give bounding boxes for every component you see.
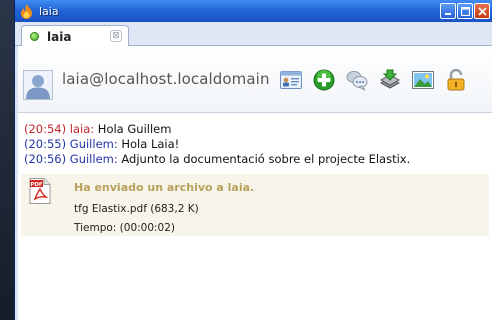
conversation-toolbar bbox=[277, 66, 475, 94]
message-row: (20:56) Guillem: Adjunto la documentació… bbox=[24, 152, 486, 167]
tab-label: laia bbox=[47, 29, 72, 44]
transfer-elapsed-time: Tiempo: (00:00:02) bbox=[74, 222, 176, 234]
transfer-file-name[interactable]: tfg Elastix.pdf (683,2 K) bbox=[74, 203, 199, 215]
transfer-title: Ha enviado un archivo a laia. bbox=[74, 181, 255, 194]
tab-close-icon[interactable]: ⊠ bbox=[110, 30, 122, 42]
message-sender: laia: bbox=[69, 122, 95, 136]
message-text: Hola Laia! bbox=[121, 137, 180, 151]
window-title: laia bbox=[39, 4, 59, 18]
message-text: Hola Guillem bbox=[97, 122, 172, 136]
message-list: (20:54) laia: Hola Guillem (20:55) Guill… bbox=[24, 122, 486, 167]
user-silhouette-icon bbox=[26, 75, 50, 99]
maximize-icon bbox=[460, 6, 470, 16]
file-transfer-notice: PDF Ha enviado un archivo a laia. tfg El… bbox=[21, 174, 489, 236]
tab-laia[interactable]: laia ⊠ bbox=[21, 25, 129, 47]
file-send-icon[interactable] bbox=[376, 66, 404, 94]
message-row: (20:55) Guillem: Hola Laia! bbox=[24, 137, 486, 152]
close-icon bbox=[477, 6, 487, 16]
contact-header: laia@localhost.localdomain bbox=[18, 46, 492, 113]
pdf-icon-label: PDF bbox=[30, 182, 43, 188]
account-name: laia@localhost.localdomain bbox=[62, 70, 270, 88]
desktop-background bbox=[0, 0, 14, 320]
lock-icon[interactable] bbox=[442, 66, 470, 94]
maximize-button[interactable] bbox=[457, 3, 473, 19]
avatar[interactable] bbox=[23, 70, 53, 100]
message-sender: Guillem: bbox=[69, 152, 118, 166]
message-sender: Guillem: bbox=[69, 137, 118, 151]
message-time: (20:56) bbox=[24, 152, 67, 166]
message-row: (20:54) laia: Hola Guillem bbox=[24, 122, 486, 137]
pdf-file-icon[interactable]: PDF bbox=[29, 178, 51, 204]
window-controls bbox=[440, 3, 490, 19]
flame-app-icon bbox=[19, 3, 34, 19]
add-icon[interactable] bbox=[310, 66, 338, 94]
image-icon[interactable] bbox=[409, 66, 437, 94]
tab-strip: laia ⊠ bbox=[15, 22, 492, 47]
message-text: Adjunto la documentació sobre el project… bbox=[121, 152, 411, 166]
message-time: (20:54) bbox=[24, 122, 67, 136]
minimize-button[interactable] bbox=[440, 3, 456, 19]
message-time: (20:55) bbox=[24, 137, 67, 151]
chat-window: laia laia ⊠ laia@localhost.localdomain (… bbox=[14, 0, 492, 320]
online-status-icon bbox=[30, 32, 39, 41]
conversation-pane: laia@localhost.localdomain (20:54) laia:… bbox=[18, 46, 492, 320]
close-button[interactable] bbox=[474, 3, 490, 19]
chat-bubbles-icon[interactable] bbox=[343, 66, 371, 94]
contact-card-icon[interactable] bbox=[277, 66, 305, 94]
minimize-icon bbox=[445, 13, 451, 15]
title-bar[interactable]: laia bbox=[15, 0, 492, 22]
